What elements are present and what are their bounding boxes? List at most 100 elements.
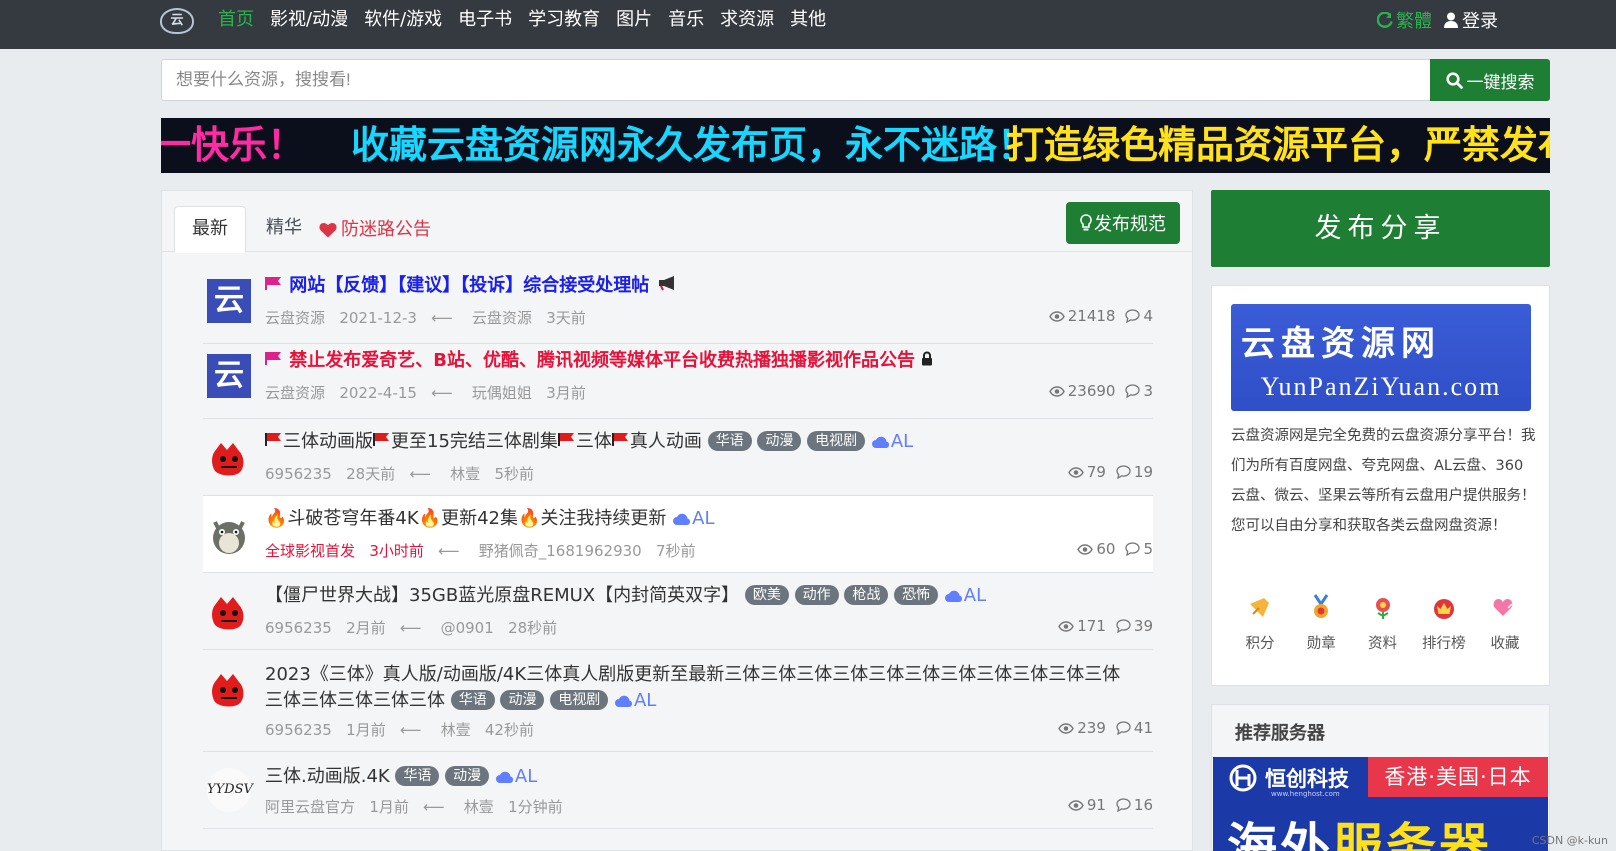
thread-title[interactable]: 【僵尸世界大战】35GB蓝光原盘REMUX【内封简英双字】 欧美 动作 枪战 恐…: [265, 583, 986, 609]
site-logo[interactable]: 云: [160, 8, 194, 34]
shortcut-favorites[interactable]: 收藏: [1475, 594, 1535, 653]
list-item[interactable]: YYDSV 三体.动画版.4K 华语 动漫 AL 阿里云盘官方 1月前 ⟵ 林壹…: [203, 752, 1153, 829]
list-item[interactable]: 三体动画版 更至15完结三体剧集 三体 真人动画 华语 动漫 电视剧 AL 69562…: [203, 419, 1153, 496]
traditional-toggle[interactable]: 繁體: [1377, 7, 1432, 33]
tab-notice[interactable]: 防迷路公告: [319, 206, 431, 253]
tag-badge[interactable]: 欧美: [744, 585, 789, 605]
list-item[interactable]: 云 网站【反馈】【建议】【投诉】综合接受处理帖 云盘资源 2021-12-3 ⟵…: [203, 269, 1153, 344]
shortcut-medals[interactable]: 勋章: [1291, 594, 1351, 653]
nav-music[interactable]: 音乐: [660, 0, 712, 40]
avatar[interactable]: 云: [207, 354, 251, 398]
author-name[interactable]: 云盘资源: [265, 309, 325, 327]
replies: 4: [1125, 307, 1153, 325]
tab-featured[interactable]: 精华: [266, 206, 302, 253]
eye-icon: [1058, 722, 1075, 734]
publish-share-button[interactable]: 发布分享: [1211, 190, 1550, 267]
replies-count: 16: [1133, 796, 1153, 814]
thread-tabs: 最新 精华 防迷路公告 发布规范: [162, 191, 1192, 253]
thread-title[interactable]: 三体.动画版.4K 华语 动漫 AL: [265, 764, 537, 790]
replies-count: 5: [1143, 540, 1153, 558]
thread-title[interactable]: 🔥斗破苍穹年番4K🔥更新42集🔥关注我持续更新 AL: [265, 506, 715, 532]
list-item[interactable]: 云 禁止发布爱奇艺、B站、优酷、腾讯视频等媒体平台收费热播独播影视作品公告 云盘…: [203, 344, 1153, 419]
thread-title[interactable]: 2023《三体》真人版/动画版/4K三体真人剧版更新至最新三体三体三体三体三体三…: [265, 662, 1135, 714]
avatar[interactable]: [207, 437, 251, 481]
nav-home[interactable]: 首页: [218, 0, 262, 40]
avatar[interactable]: [207, 668, 251, 712]
last-reply-user[interactable]: 玩偶姐姐: [472, 384, 532, 402]
user-shortcuts: 积分 勋章 资料 排行榜 收藏: [1230, 594, 1535, 653]
last-reply-user[interactable]: 林壹: [450, 465, 480, 483]
tag-badge[interactable]: 动作: [794, 585, 839, 605]
fire-icon: 🔥: [418, 508, 442, 529]
nav-software-games[interactable]: 软件/游戏: [356, 0, 450, 40]
avatar[interactable]: YYDSV: [207, 768, 253, 812]
tag-badge[interactable]: 恐怖: [894, 585, 939, 605]
author-name[interactable]: 6956235: [265, 619, 332, 637]
avatar[interactable]: [207, 591, 251, 635]
thread-meta: 6956235 28天前 ⟵ 林壹 5秒前: [265, 465, 534, 483]
servers-heading: 推荐服务器: [1235, 723, 1325, 744]
login-link[interactable]: 登录: [1444, 7, 1498, 33]
nav-movies-anime[interactable]: 影视/动漫: [262, 0, 356, 40]
comment-icon: [1116, 721, 1131, 735]
replies: 5: [1125, 540, 1153, 558]
last-reply-user[interactable]: @0901: [441, 619, 494, 637]
tag-badge[interactable]: 华语: [395, 766, 440, 786]
search-input[interactable]: [161, 59, 1430, 101]
author-name[interactable]: 6956235: [265, 721, 332, 739]
heart-icon: [319, 222, 337, 237]
comment-icon: [1116, 465, 1131, 479]
nav-requests[interactable]: 求资源: [712, 0, 782, 40]
shortcut-profile[interactable]: 资料: [1353, 594, 1413, 653]
author-name[interactable]: 阿里云盘官方: [265, 798, 355, 816]
tag-badge[interactable]: 动漫: [757, 431, 802, 451]
posting-rules-button[interactable]: 发布规范: [1066, 202, 1180, 244]
views-count: 60: [1096, 540, 1116, 558]
tag-badge[interactable]: 电视剧: [550, 690, 609, 710]
tag-badge[interactable]: 动漫: [500, 690, 545, 710]
thread-list-panel: 最新 精华 防迷路公告 发布规范 云 网站【反馈】【建议】【投诉】综合接受处理帖…: [161, 190, 1193, 851]
list-item[interactable]: 【僵尸世界大战】35GB蓝光原盘REMUX【内封简英双字】 欧美 动作 枪战 恐…: [203, 573, 1153, 650]
cloud-icon: [495, 771, 513, 783]
nav-other[interactable]: 其他: [782, 0, 834, 40]
flower-icon: [1375, 598, 1390, 619]
avatar[interactable]: 云: [207, 279, 251, 323]
nav-ebooks[interactable]: 电子书: [450, 0, 520, 40]
lightbulb-icon: [1080, 214, 1092, 231]
server-ad[interactable]: 恒创科技 www.henghost.com 香港·美国·日本 海外服务器: [1213, 757, 1548, 851]
tag-badge[interactable]: 枪战: [844, 585, 889, 605]
posting-rules-label: 发布规范: [1094, 214, 1166, 235]
thread-title[interactable]: 禁止发布爱奇艺、B站、优酷、腾讯视频等媒体平台收费热播独播影视作品公告: [265, 348, 933, 374]
views-count: 79: [1086, 463, 1106, 481]
banner-title: 云盘资源网: [1241, 324, 1441, 364]
last-reply-user[interactable]: 野猪佩奇_1681962930: [479, 542, 642, 560]
tab-latest[interactable]: 最新: [174, 206, 246, 253]
avatar[interactable]: [207, 512, 251, 556]
cloud-label: AL: [963, 585, 987, 606]
tag-badge[interactable]: 动漫: [445, 766, 490, 786]
author-name[interactable]: 全球影视首发: [265, 542, 355, 560]
thread-title[interactable]: 三体动画版 更至15完结三体剧集 三体 真人动画 华语 动漫 电视剧 AL: [265, 429, 913, 455]
list-item[interactable]: 2023《三体》真人版/动画版/4K三体真人剧版更新至最新三体三体三体三体三体三…: [203, 650, 1153, 752]
tag-badge[interactable]: 电视剧: [807, 431, 866, 451]
cloud-badge: AL: [944, 585, 986, 606]
tag-badge[interactable]: 华语: [707, 431, 752, 451]
shortcut-leaderboard[interactable]: 排行榜: [1414, 594, 1474, 653]
site-banner[interactable]: 云盘资源网 YunPanZiYuan.com: [1231, 304, 1531, 411]
author-name[interactable]: 6956235: [265, 465, 332, 483]
author-name[interactable]: 云盘资源: [265, 384, 325, 402]
last-reply-user[interactable]: 林壹: [464, 798, 494, 816]
replies-count: 19: [1133, 463, 1153, 481]
nav-education[interactable]: 学习教育: [520, 0, 608, 40]
last-reply-user[interactable]: 云盘资源: [472, 309, 532, 327]
nav-images[interactable]: 图片: [608, 0, 660, 40]
last-reply-user[interactable]: 林壹: [441, 721, 471, 739]
shortcut-medals-label: 勋章: [1306, 636, 1336, 652]
tag-badge[interactable]: 华语: [450, 690, 495, 710]
shortcut-points[interactable]: 积分: [1230, 594, 1290, 653]
thread-title[interactable]: 网站【反馈】【建议】【投诉】综合接受处理帖: [265, 273, 678, 299]
replies: 16: [1116, 796, 1153, 814]
eye-icon: [1068, 466, 1084, 478]
search-button[interactable]: 一键搜索: [1430, 59, 1550, 101]
list-item[interactable]: 🔥斗破苍穹年番4K🔥更新42集🔥关注我持续更新 AL 全球影视首发 3小时前 ⟵…: [203, 496, 1153, 573]
